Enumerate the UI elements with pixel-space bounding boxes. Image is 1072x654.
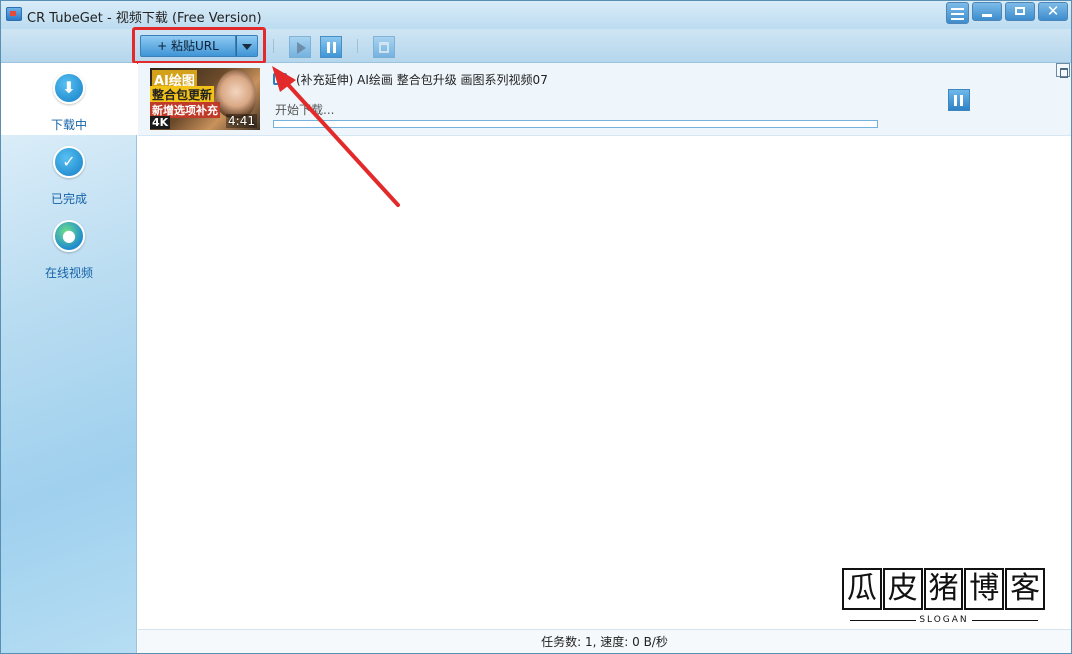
minimize-icon — [982, 14, 992, 17]
sidebar-item-label: 在线视频 — [44, 266, 93, 280]
minimize-button[interactable] — [972, 2, 1002, 21]
close-button[interactable]: ✕ — [1038, 2, 1068, 21]
task-status: 开始下载... — [275, 103, 335, 117]
annotation-highlight-box — [132, 27, 266, 64]
window-title: CR TubeGet - 视频下载 (Free Version) — [27, 11, 262, 26]
sidebar-item-online-video[interactable]: ● 在线视频 — [1, 211, 137, 283]
globe-icon: ● — [53, 220, 85, 252]
status-bar: 任务数: 1, 速度: 0 B/秒 — [138, 629, 1071, 653]
pause-all-button[interactable] — [320, 36, 342, 58]
sidebar: ⬇ 下载中 ✓ 已完成 ● 在线视频 — [1, 63, 137, 653]
thumbnail-badge: 4K — [150, 116, 171, 129]
download-task-row[interactable]: AI绘图 整合包更新 新增选项补充 4K 4:41 (补充延伸) AI绘画 整合… — [138, 63, 1071, 136]
progress-bar — [273, 120, 878, 128]
pause-icon — [954, 95, 963, 106]
download-icon: ⬇ — [53, 72, 85, 104]
menu-button[interactable] — [946, 2, 969, 24]
sidebar-item-downloading[interactable]: ⬇ 下载中 — [1, 63, 137, 135]
watermark-char: 博 — [964, 568, 1005, 610]
maximize-icon — [1015, 7, 1025, 15]
watermark-char: 猪 — [923, 568, 964, 610]
sidebar-item-label: 下载中 — [50, 118, 87, 132]
task-delete-button[interactable] — [1056, 63, 1070, 78]
watermark-logo: 瓜皮猪博客 SLOGAN — [842, 568, 1046, 630]
thumbnail-portrait — [216, 70, 256, 118]
toolbar-separator — [357, 39, 358, 53]
delete-button[interactable] — [373, 36, 395, 58]
task-title: (补充延伸) AI绘画 整合包升级 画图系列视频07 — [296, 73, 548, 87]
maximize-button[interactable] — [1005, 2, 1035, 21]
video-tv-icon — [273, 73, 287, 85]
video-thumbnail: AI绘图 整合包更新 新增选项补充 4K 4:41 — [150, 68, 260, 130]
trash-icon — [379, 42, 389, 53]
watermark-slogan: SLOGAN — [919, 615, 969, 625]
checkmark-icon: ✓ — [53, 146, 85, 178]
play-icon — [297, 42, 306, 54]
watermark-characters: 瓜皮猪博客 — [842, 568, 1046, 612]
hamburger-icon — [947, 3, 968, 20]
title-bar[interactable]: CR TubeGet - 视频下载 (Free Version) ✕ — [1, 1, 1071, 29]
download-list: AI绘图 整合包更新 新增选项补充 4K 4:41 (补充延伸) AI绘画 整合… — [138, 63, 1071, 629]
watermark-char: 皮 — [882, 568, 923, 610]
watermark-char: 瓜 — [842, 568, 882, 610]
video-duration: 4:41 — [226, 114, 257, 128]
watermark-char: 客 — [1005, 568, 1045, 610]
app-logo-icon — [6, 7, 22, 21]
toolbar-separator — [273, 39, 274, 53]
start-button[interactable] — [289, 36, 311, 58]
sidebar-item-label: 已完成 — [50, 192, 87, 206]
task-pause-button[interactable] — [948, 89, 970, 111]
app-window: CR TubeGet - 视频下载 (Free Version) ✕ + 粘贴U… — [0, 0, 1072, 654]
pause-icon — [327, 42, 336, 53]
sidebar-item-completed[interactable]: ✓ 已完成 — [1, 137, 137, 209]
close-icon: ✕ — [1046, 2, 1060, 20]
thumbnail-text: 整合包更新 — [150, 86, 215, 103]
